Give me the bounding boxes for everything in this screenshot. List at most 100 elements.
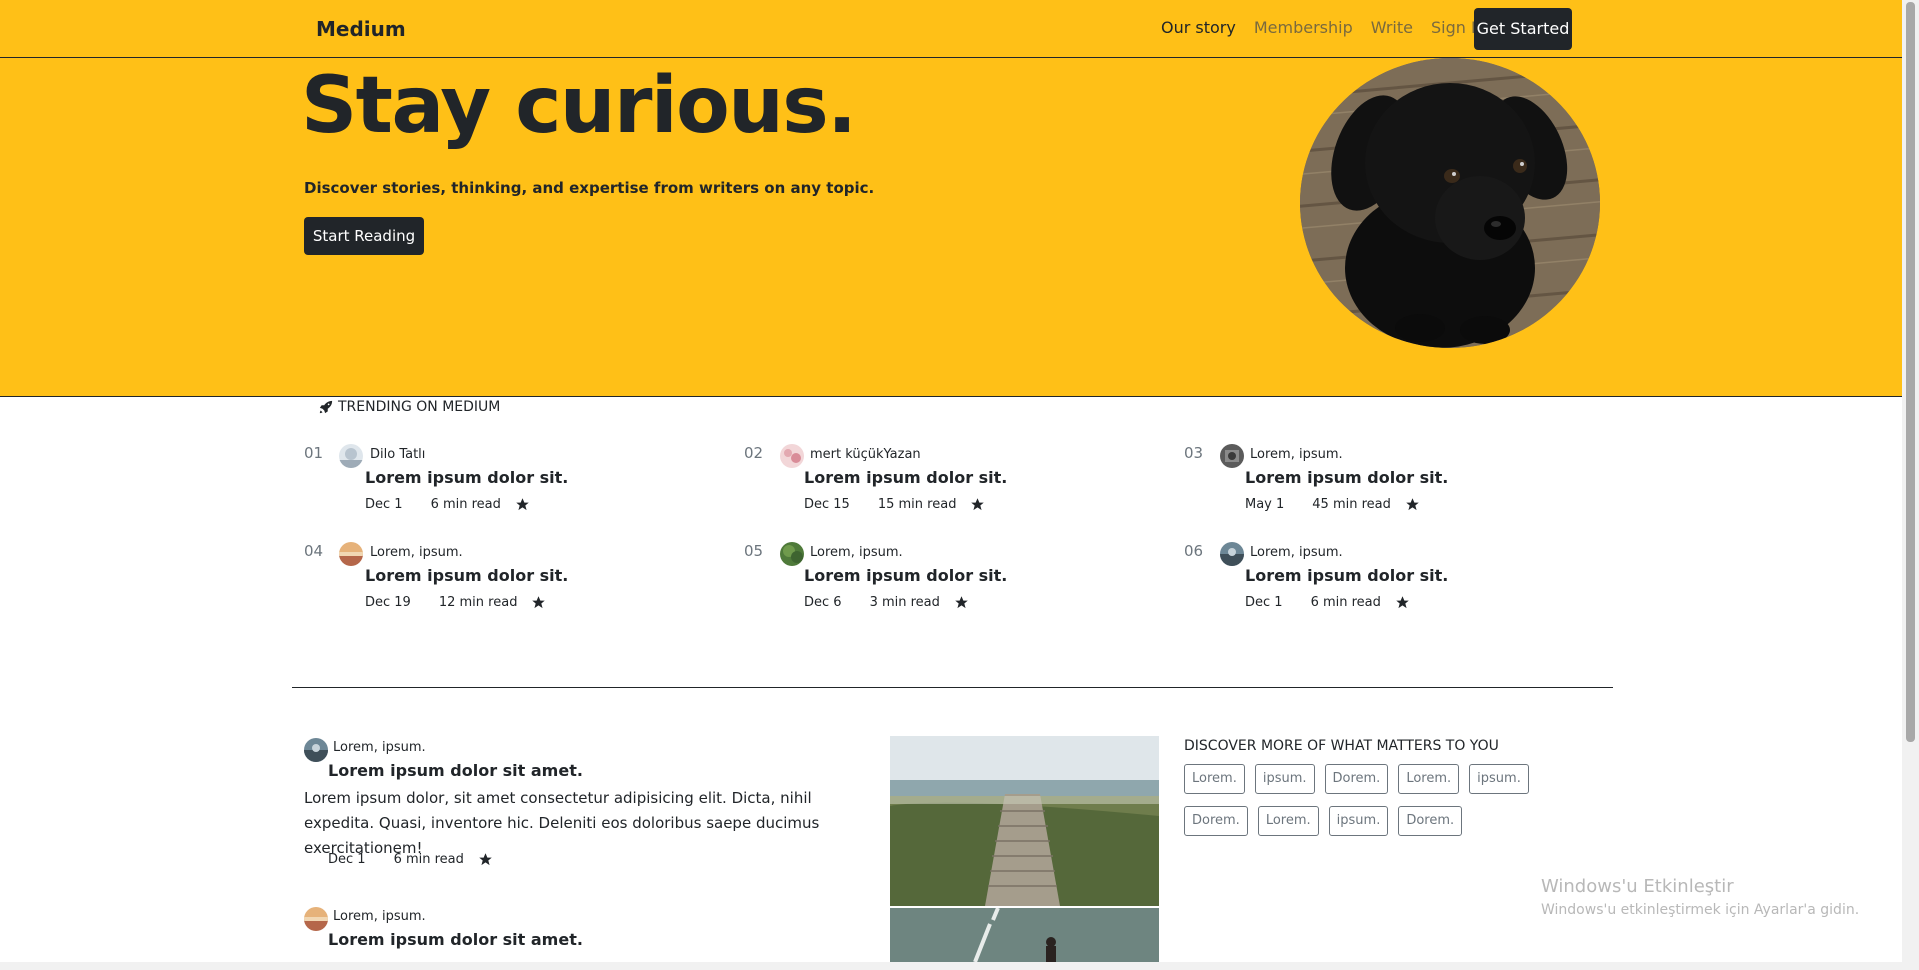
horizontal-scrollbar[interactable] (0, 962, 1902, 970)
article-date: Dec 6 (804, 595, 842, 610)
star-icon[interactable] (970, 497, 985, 512)
hero-section: Stay curious. Discover stories, thinking… (0, 58, 1902, 397)
hero-title: Stay curious. (301, 61, 857, 151)
author-avatar[interactable] (339, 542, 363, 566)
author-avatar[interactable] (780, 444, 804, 468)
brand-logo[interactable]: Medium (316, 17, 406, 41)
author-name[interactable]: Lorem, ipsum. (333, 740, 426, 755)
vertical-scrollbar[interactable] (1902, 0, 1919, 970)
trending-item: 05 Lorem, ipsum. Lorem ipsum dolor sit. … (744, 542, 1144, 622)
read-time: 3 min read (869, 595, 940, 610)
read-time: 6 min read (430, 497, 501, 512)
article-meta: Dec 1 6 min read (365, 497, 530, 512)
topic-tag[interactable]: Lorem. (1184, 764, 1245, 794)
rocket-icon (319, 400, 333, 414)
trending-item: 01 Dilo Tatlı Lorem ipsum dolor sit. Dec… (304, 444, 704, 524)
read-time: 6 min read (1310, 595, 1381, 610)
trending-item: 04 Lorem, ipsum. Lorem ipsum dolor sit. … (304, 542, 704, 622)
topic-tag[interactable]: Lorem. (1398, 764, 1460, 794)
nav-links: Our story Membership Write Sign In (1161, 18, 1504, 37)
topic-tag[interactable]: Dorem. (1184, 806, 1248, 836)
discover-heading: DISCOVER MORE OF WHAT MATTERS TO YOU (1184, 738, 1499, 754)
article-title[interactable]: Lorem ipsum dolor sit. (804, 468, 1007, 487)
feed-post: Lorem, ipsum. Lorem ipsum dolor sit amet… (304, 905, 864, 965)
author-avatar[interactable] (780, 542, 804, 566)
trending-number: 04 (304, 542, 324, 560)
post-title[interactable]: Lorem ipsum dolor sit amet. (328, 930, 583, 949)
trending-number: 02 (744, 444, 764, 462)
author-name[interactable]: Lorem, ipsum. (810, 545, 903, 560)
author-name[interactable]: Lorem, ipsum. (1250, 447, 1343, 462)
author-avatar[interactable] (339, 444, 363, 468)
topic-tags: Lorem. ipsum. Dorem. Lorem. ipsum. Dorem… (1184, 764, 1554, 836)
article-title[interactable]: Lorem ipsum dolor sit. (1245, 468, 1448, 487)
author-avatar[interactable] (304, 907, 328, 931)
article-date: Dec 1 (1245, 595, 1283, 610)
section-divider (292, 687, 1613, 688)
nav-link-our-story[interactable]: Our story (1161, 18, 1236, 37)
star-icon[interactable] (531, 595, 546, 610)
star-icon[interactable] (1395, 595, 1410, 610)
star-icon[interactable] (515, 497, 530, 512)
article-date: May 1 (1245, 497, 1285, 512)
star-icon[interactable] (954, 595, 969, 610)
trending-heading-label: TRENDING ON MEDIUM (338, 399, 501, 415)
trending-item: 02 mert küçükYazan Lorem ipsum dolor sit… (744, 444, 1144, 524)
hero-subtitle: Discover stories, thinking, and expertis… (304, 179, 875, 197)
article-date: Dec 19 (365, 595, 411, 610)
topic-tag[interactable]: ipsum. (1254, 764, 1315, 794)
topic-tag[interactable]: ipsum. (1469, 764, 1529, 794)
topic-tag[interactable]: Dorem. (1398, 806, 1463, 836)
article-meta: Dec 6 3 min read (804, 595, 969, 610)
post-meta: Dec 1 6 min read (328, 852, 493, 867)
article-title[interactable]: Lorem ipsum dolor sit. (804, 566, 1007, 585)
trending-number: 01 (304, 444, 324, 462)
author-name[interactable]: Lorem, ipsum. (333, 909, 426, 924)
trending-heading: TRENDING ON MEDIUM (319, 399, 500, 415)
read-time: 12 min read (438, 595, 518, 610)
author-avatar[interactable] (1220, 542, 1244, 566)
author-avatar[interactable] (304, 738, 328, 762)
nav-link-write[interactable]: Write (1371, 18, 1413, 37)
post-thumbnail[interactable] (890, 736, 1159, 906)
topic-tag[interactable]: Dorem. (1324, 764, 1389, 794)
article-date: Dec 15 (804, 497, 850, 512)
author-name[interactable]: Dilo Tatlı (370, 447, 425, 462)
article-meta: Dec 1 6 min read (1245, 595, 1410, 610)
get-started-button[interactable]: Get Started (1474, 8, 1572, 50)
post-excerpt: Lorem ipsum dolor, sit amet consectetur … (304, 789, 820, 857)
hero-dog-image (1300, 58, 1600, 348)
trending-number: 03 (1184, 444, 1204, 462)
post-title[interactable]: Lorem ipsum dolor sit amet. (328, 761, 583, 780)
article-date: Dec 1 (365, 497, 403, 512)
article-title[interactable]: Lorem ipsum dolor sit. (365, 566, 568, 585)
trending-item: 06 Lorem, ipsum. Lorem ipsum dolor sit. … (1184, 542, 1584, 622)
read-time: 6 min read (393, 852, 464, 867)
trending-item: 03 Lorem, ipsum. Lorem ipsum dolor sit. … (1184, 444, 1584, 524)
post-date: Dec 1 (328, 852, 366, 867)
author-name[interactable]: Lorem, ipsum. (1250, 545, 1343, 560)
navbar: Medium Our story Membership Write Sign I… (0, 0, 1902, 58)
start-reading-button[interactable]: Start Reading (304, 217, 424, 255)
star-icon[interactable] (478, 852, 493, 867)
topic-tag[interactable]: Lorem. (1257, 806, 1319, 836)
article-meta: May 1 45 min read (1245, 497, 1420, 512)
read-time: 45 min read (1312, 497, 1391, 512)
windows-activation-title: Windows'u Etkinleştir (1541, 876, 1734, 897)
trending-number: 05 (744, 542, 764, 560)
nav-link-membership[interactable]: Membership (1254, 18, 1353, 37)
author-avatar[interactable] (1220, 444, 1244, 468)
article-meta: Dec 15 15 min read (804, 497, 985, 512)
scrollbar-thumb[interactable] (1906, 2, 1915, 742)
windows-activation-subtitle: Windows'u etkinleştirmek için Ayarlar'a … (1541, 902, 1860, 918)
article-title[interactable]: Lorem ipsum dolor sit. (365, 468, 568, 487)
feed-post: Lorem, ipsum. Lorem ipsum dolor sit amet… (304, 736, 864, 886)
star-icon[interactable] (1405, 497, 1420, 512)
topic-tag[interactable]: ipsum. (1328, 806, 1389, 836)
article-title[interactable]: Lorem ipsum dolor sit. (1245, 566, 1448, 585)
read-time: 15 min read (877, 497, 957, 512)
author-name[interactable]: mert küçükYazan (810, 447, 921, 462)
trending-number: 06 (1184, 542, 1204, 560)
post-thumbnail[interactable] (890, 908, 1159, 962)
author-name[interactable]: Lorem, ipsum. (370, 545, 463, 560)
